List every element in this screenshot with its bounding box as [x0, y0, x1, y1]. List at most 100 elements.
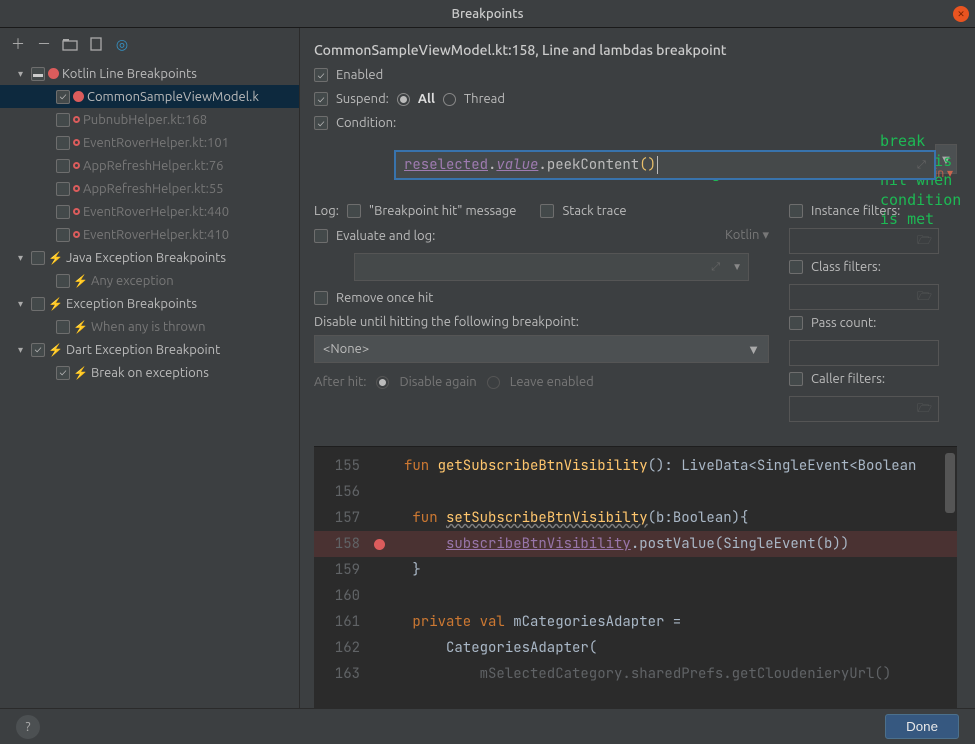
eval-checkbox[interactable] — [314, 229, 328, 243]
breakpoint-icon — [48, 68, 59, 79]
tree-group-label: Exception Breakpoints — [66, 297, 197, 311]
disable-until-select[interactable]: <None>▼ — [314, 335, 769, 363]
tree-item[interactable]: EventRoverHelper.kt:440 — [0, 200, 299, 223]
line-number-gutter: 155156157158159160161162163 — [314, 447, 374, 687]
log-bphit-label: "Breakpoint hit" message — [369, 204, 517, 218]
checkbox[interactable] — [56, 113, 70, 127]
tree-item-label: EventRoverHelper.kt:410 — [83, 228, 229, 242]
chevron-down-icon: ▾ — [18, 252, 28, 264]
checkbox[interactable] — [56, 366, 70, 380]
log-bphit-checkbox[interactable] — [347, 204, 361, 218]
pass-count-checkbox[interactable] — [789, 316, 803, 330]
browse-icon[interactable]: 🗁 — [917, 399, 932, 420]
log-section-label: Log: — [314, 204, 339, 218]
enabled-label: Enabled — [336, 68, 383, 82]
breakpoint-disabled-icon — [73, 162, 80, 169]
class-filter-input[interactable]: 🗁 — [789, 284, 939, 310]
checkbox[interactable] — [56, 205, 70, 219]
help-button[interactable]: ? — [16, 715, 40, 739]
class-filter-checkbox[interactable] — [789, 260, 803, 274]
instance-filter-label: Instance filters: — [811, 204, 900, 218]
enabled-checkbox[interactable] — [314, 68, 328, 82]
history-dropdown-icon[interactable]: ▼ — [732, 261, 742, 273]
breakpoint-disabled-icon — [73, 185, 80, 192]
after-disable-label: Disable again — [399, 375, 476, 389]
checkbox[interactable] — [56, 182, 70, 196]
expand-icon[interactable]: ⤢ — [711, 261, 720, 274]
pass-count-label: Pass count: — [811, 316, 876, 330]
tree-item[interactable]: ⚡When any is thrown — [0, 315, 299, 338]
breakpoint-disabled-icon — [73, 231, 80, 238]
class-filter-label: Class filters: — [811, 260, 881, 274]
suspend-all-radio[interactable] — [397, 93, 410, 106]
checkbox[interactable] — [31, 343, 45, 357]
log-stack-checkbox[interactable] — [540, 204, 554, 218]
eval-input[interactable]: ⤢ ▼ — [354, 253, 749, 281]
suspend-thread-label: Thread — [464, 92, 505, 106]
disable-until-label: Disable until hitting the following brea… — [314, 315, 769, 329]
exception-icon: ⚡ — [48, 343, 63, 357]
group-by-package-icon[interactable] — [62, 36, 78, 52]
breakpoint-tree: ▾ ▬ Kotlin Line Breakpoints CommonSample… — [0, 60, 299, 708]
exception-icon: ⚡ — [73, 274, 88, 288]
suspend-thread-radio[interactable] — [443, 93, 456, 106]
suspend-checkbox[interactable] — [314, 92, 328, 106]
checkbox[interactable] — [56, 136, 70, 150]
checkbox[interactable] — [56, 274, 70, 288]
tree-group-dart[interactable]: ▾ ⚡ Dart Exception Breakpoint — [0, 338, 299, 361]
details-title: CommonSampleViewModel.kt:158, Line and l… — [314, 42, 957, 58]
add-icon[interactable]: ＋ — [10, 36, 26, 52]
checkbox[interactable] — [56, 159, 70, 173]
condition-input[interactable]: reselected.value.peekContent() ⤢ — [394, 150, 936, 180]
condition-checkbox[interactable] — [314, 116, 328, 130]
group-by-file-icon[interactable] — [88, 36, 104, 52]
tree-item-label: AppRefreshHelper.kt:55 — [83, 182, 224, 196]
tree-item[interactable]: ⚡Any exception — [0, 269, 299, 292]
instance-filter-input[interactable]: 🗁 — [789, 228, 939, 254]
tree-group-label: Dart Exception Breakpoint — [66, 343, 220, 357]
close-icon[interactable]: ✕ — [953, 6, 969, 22]
tree-item[interactable]: AppRefreshHelper.kt:76 — [0, 154, 299, 177]
browse-icon[interactable]: 🗁 — [917, 287, 932, 308]
checkbox[interactable]: ▬ — [31, 67, 45, 81]
tree-item[interactable]: ⚡Break on exceptions — [0, 361, 299, 384]
breakpoint-tree-panel: ＋ － ◎ ▾ ▬ Kotlin Line Breakpoints Common… — [0, 28, 300, 708]
after-disable-radio[interactable] — [376, 376, 389, 389]
remove-icon[interactable]: － — [36, 36, 52, 52]
remove-once-label: Remove once hit — [336, 291, 433, 305]
chevron-down-icon: ▾ — [18, 298, 28, 310]
checkbox[interactable] — [31, 297, 45, 311]
checkbox[interactable] — [56, 228, 70, 242]
tree-item-label: Break on exceptions — [91, 366, 209, 380]
breakpoint-gutter-icon[interactable] — [374, 539, 385, 550]
breakpoint-disabled-icon — [73, 139, 80, 146]
scrollbar[interactable] — [945, 453, 955, 513]
view-options-icon[interactable]: ◎ — [114, 36, 130, 52]
caller-filter-checkbox[interactable] — [789, 372, 803, 386]
tree-group-kotlin[interactable]: ▾ ▬ Kotlin Line Breakpoints — [0, 62, 299, 85]
caller-filter-input[interactable]: 🗁 — [789, 396, 939, 422]
tree-item[interactable]: AppRefreshHelper.kt:55 — [0, 177, 299, 200]
browse-icon[interactable]: 🗁 — [917, 231, 932, 252]
checkbox[interactable] — [56, 320, 70, 334]
tree-item[interactable]: EventRoverHelper.kt:101 — [0, 131, 299, 154]
tree-item[interactable]: CommonSampleViewModel.k — [0, 85, 299, 108]
expand-icon[interactable]: ⤢ — [917, 158, 926, 172]
tree-group-exc[interactable]: ▾ ⚡ Exception Breakpoints — [0, 292, 299, 315]
tree-group-label: Java Exception Breakpoints — [66, 251, 226, 265]
remove-once-checkbox[interactable] — [314, 291, 328, 305]
dialog-title: Breakpoints — [452, 7, 524, 21]
eval-lang-label[interactable]: Kotlin ▾ — [725, 228, 769, 243]
tree-item-label: EventRoverHelper.kt:440 — [83, 205, 229, 219]
exception-icon: ⚡ — [73, 320, 88, 334]
breakpoint-disabled-icon — [73, 116, 80, 123]
checkbox[interactable] — [31, 251, 45, 265]
tree-group-java-exc[interactable]: ▾ ⚡ Java Exception Breakpoints — [0, 246, 299, 269]
after-leave-radio[interactable] — [487, 376, 500, 389]
tree-item[interactable]: PubnubHelper.kt:168 — [0, 108, 299, 131]
instance-filter-checkbox[interactable] — [789, 204, 803, 218]
checkbox[interactable] — [56, 90, 70, 104]
tree-item[interactable]: EventRoverHelper.kt:410 — [0, 223, 299, 246]
done-button[interactable]: Done — [885, 714, 959, 739]
pass-count-input[interactable] — [789, 340, 939, 366]
